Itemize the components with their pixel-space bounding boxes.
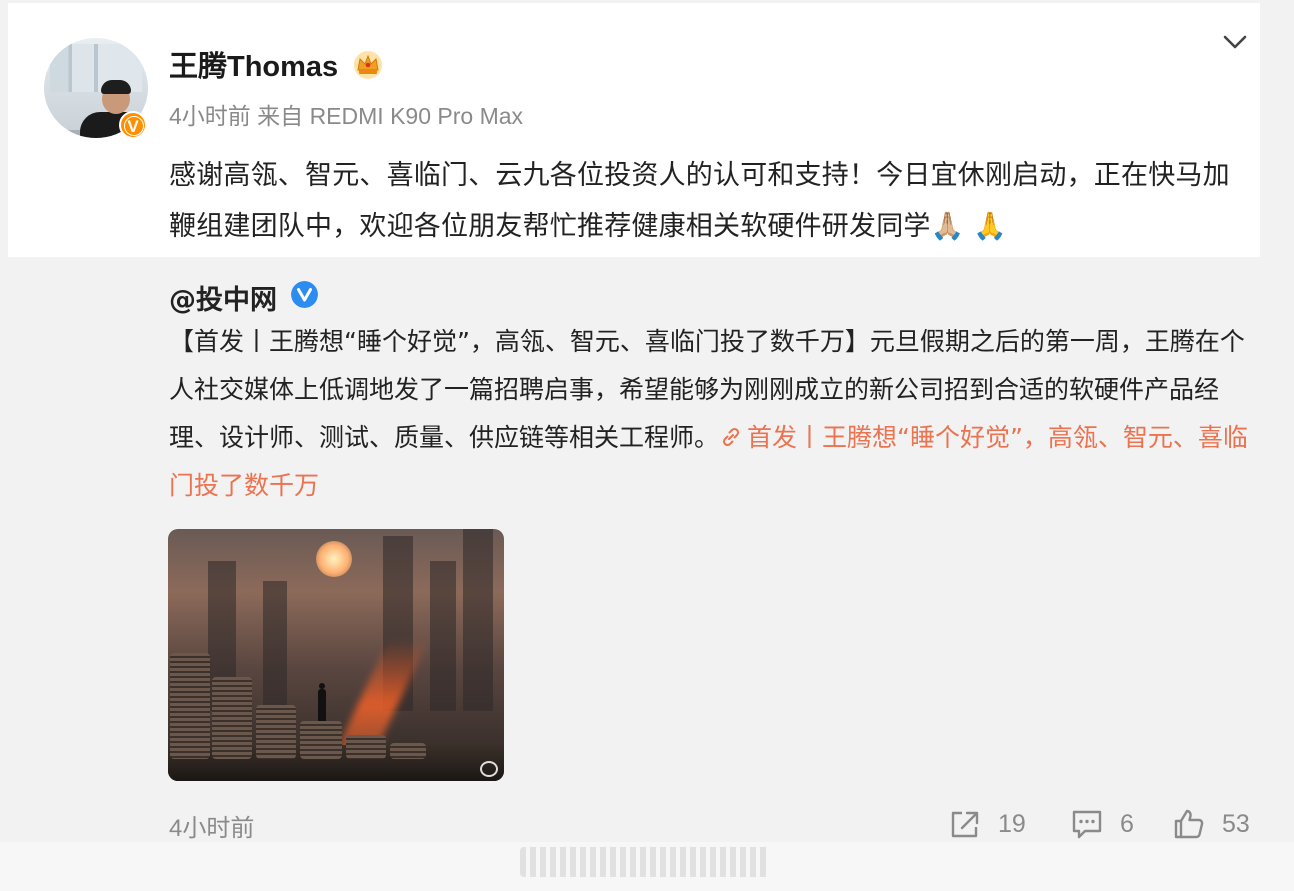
comment-icon xyxy=(1072,810,1102,839)
author-name[interactable]: 王腾Thomas xyxy=(169,43,338,85)
post-timestamp: 4小时前 xyxy=(169,815,255,842)
article-image[interactable] xyxy=(168,529,504,781)
share-icon xyxy=(951,811,979,838)
chevron-down-icon[interactable] xyxy=(1221,30,1249,54)
share-count: 19 xyxy=(998,809,1026,838)
orange-v-verified-icon: V xyxy=(119,111,147,139)
crown-vip-icon xyxy=(354,51,382,79)
comment-button[interactable]: 6 xyxy=(1070,806,1134,842)
like-count: 53 xyxy=(1222,809,1250,838)
link-icon xyxy=(722,427,740,447)
scroll-indicator xyxy=(520,847,770,877)
blue-v-verified-icon xyxy=(291,281,318,308)
weibo-watermark-icon xyxy=(480,761,498,777)
post-text: 感谢高瓴、智元、喜临门、云九各位投资人的认可和支持！今日宜休刚启动，正在快马加鞭… xyxy=(169,160,1230,242)
post-meta: 4小时前 来自 REDMI K90 Pro Max xyxy=(169,103,524,129)
thumbs-up-icon xyxy=(1174,809,1204,839)
like-button[interactable]: 53 xyxy=(1172,806,1250,842)
repost-text: 【首发丨王腾想“睡个好觉”，高瓴、智元、喜临门投了数千万】元旦假期之后的第一周，… xyxy=(169,318,1249,510)
share-button[interactable]: 19 xyxy=(948,806,1026,842)
repost-author[interactable]: @投中网 xyxy=(169,278,277,317)
comment-count: 6 xyxy=(1120,809,1134,838)
